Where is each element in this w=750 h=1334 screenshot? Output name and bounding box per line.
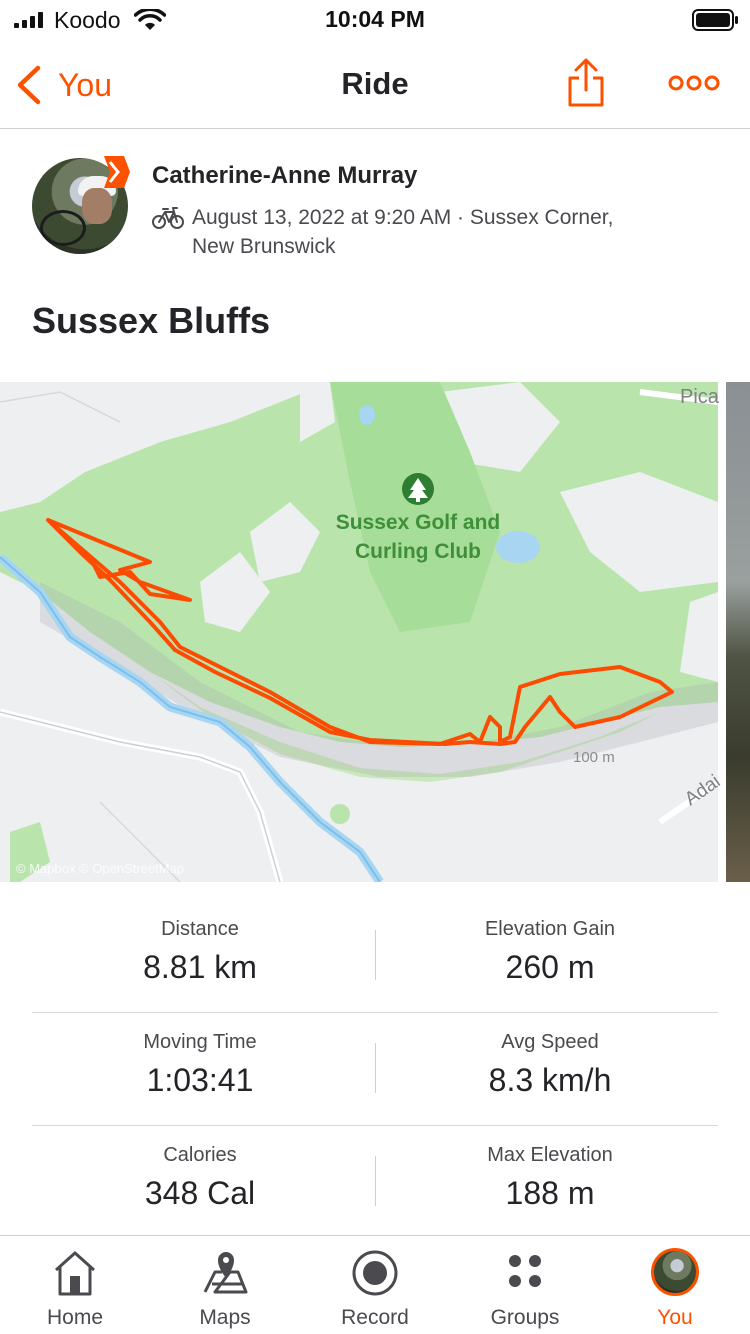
tab-label: Maps bbox=[199, 1306, 251, 1329]
stat-value: 1:03:41 bbox=[146, 1062, 254, 1098]
stat-row: Calories 348 Cal Max Elevation 188 m bbox=[32, 1126, 718, 1239]
share-icon[interactable] bbox=[565, 58, 607, 108]
stat-divider bbox=[375, 930, 376, 980]
bike-icon bbox=[152, 207, 184, 229]
map-icon bbox=[203, 1252, 248, 1294]
tab-home[interactable]: Home bbox=[0, 1236, 150, 1334]
tab-maps[interactable]: Maps bbox=[150, 1236, 300, 1334]
tab-record[interactable]: Record bbox=[300, 1236, 450, 1334]
map-graphic bbox=[0, 382, 718, 882]
map-poi-label: Sussex Golf and Curling Club bbox=[335, 511, 501, 563]
stat-distance: Distance 8.81 km bbox=[32, 900, 368, 986]
battery-icon bbox=[692, 9, 738, 31]
tab-label: Record bbox=[341, 1306, 409, 1329]
stat-label: Elevation Gain bbox=[484, 918, 616, 940]
stat-calories: Calories 348 Cal bbox=[32, 1126, 368, 1212]
stat-value: 348 Cal bbox=[144, 1175, 256, 1211]
map-contour-label: 100 m bbox=[573, 749, 615, 766]
tab-label: You bbox=[657, 1306, 693, 1329]
stat-row: Distance 8.81 km Elevation Gain 260 m bbox=[32, 900, 718, 1013]
stat-value: 8.3 km/h bbox=[488, 1062, 612, 1098]
strava-subscriber-badge-icon bbox=[104, 156, 130, 188]
activity-stats: Distance 8.81 km Elevation Gain 260 m Mo… bbox=[32, 900, 718, 1239]
map-road-label: Pica bbox=[680, 386, 719, 408]
avatar bbox=[651, 1248, 699, 1296]
map-pond bbox=[359, 405, 375, 425]
athlete-name[interactable]: Catherine-Anne Murray bbox=[152, 162, 417, 190]
stat-max-elevation: Max Elevation 188 m bbox=[382, 1126, 718, 1212]
stat-value: 188 m bbox=[505, 1175, 595, 1211]
record-icon bbox=[352, 1250, 398, 1296]
stat-value: 260 m bbox=[505, 949, 595, 985]
avatar-photo-bike bbox=[40, 210, 86, 246]
map-park-patch bbox=[330, 804, 350, 824]
stat-divider bbox=[375, 1156, 376, 1206]
tab-label: Groups bbox=[490, 1306, 560, 1329]
navigation-bar: You Ride bbox=[0, 40, 750, 129]
clock: 10:04 PM bbox=[325, 6, 425, 32]
more-options-icon[interactable] bbox=[668, 72, 720, 94]
avatar-photo-face bbox=[82, 188, 112, 224]
route-map[interactable] bbox=[0, 382, 718, 882]
activity-photo[interactable] bbox=[726, 382, 750, 882]
stat-label: Moving Time bbox=[143, 1031, 257, 1053]
stat-elevation-gain: Elevation Gain 260 m bbox=[382, 900, 718, 986]
status-bar: Koodo 10:04 PM bbox=[0, 0, 750, 40]
activity-title: Sussex Bluffs bbox=[32, 300, 271, 341]
stat-row: Moving Time 1:03:41 Avg Speed 8.3 km/h bbox=[32, 1013, 718, 1126]
stat-label: Distance bbox=[161, 918, 239, 940]
stat-label: Max Elevation bbox=[487, 1144, 613, 1166]
groups-icon bbox=[509, 1255, 541, 1287]
home-icon bbox=[54, 1251, 96, 1296]
tab-groups[interactable]: Groups bbox=[450, 1236, 600, 1334]
tab-label: Home bbox=[46, 1306, 104, 1329]
stat-value: 8.81 km bbox=[143, 949, 257, 985]
stat-avg-speed: Avg Speed 8.3 km/h bbox=[382, 1013, 718, 1099]
tab-you[interactable]: You bbox=[600, 1236, 750, 1334]
stat-label: Avg Speed bbox=[501, 1031, 599, 1053]
page-title: Ride bbox=[341, 66, 409, 101]
stat-moving-time: Moving Time 1:03:41 bbox=[32, 1013, 368, 1099]
stat-divider bbox=[375, 1043, 376, 1093]
stat-label: Calories bbox=[163, 1144, 237, 1166]
tab-bar: Home Maps Record Groups You bbox=[0, 1235, 750, 1334]
map-attribution[interactable]: © Mapbox © OpenStreetMap bbox=[16, 861, 184, 876]
activity-date-location: August 13, 2022 at 9:20 AM · Sussex Corn… bbox=[192, 206, 614, 258]
